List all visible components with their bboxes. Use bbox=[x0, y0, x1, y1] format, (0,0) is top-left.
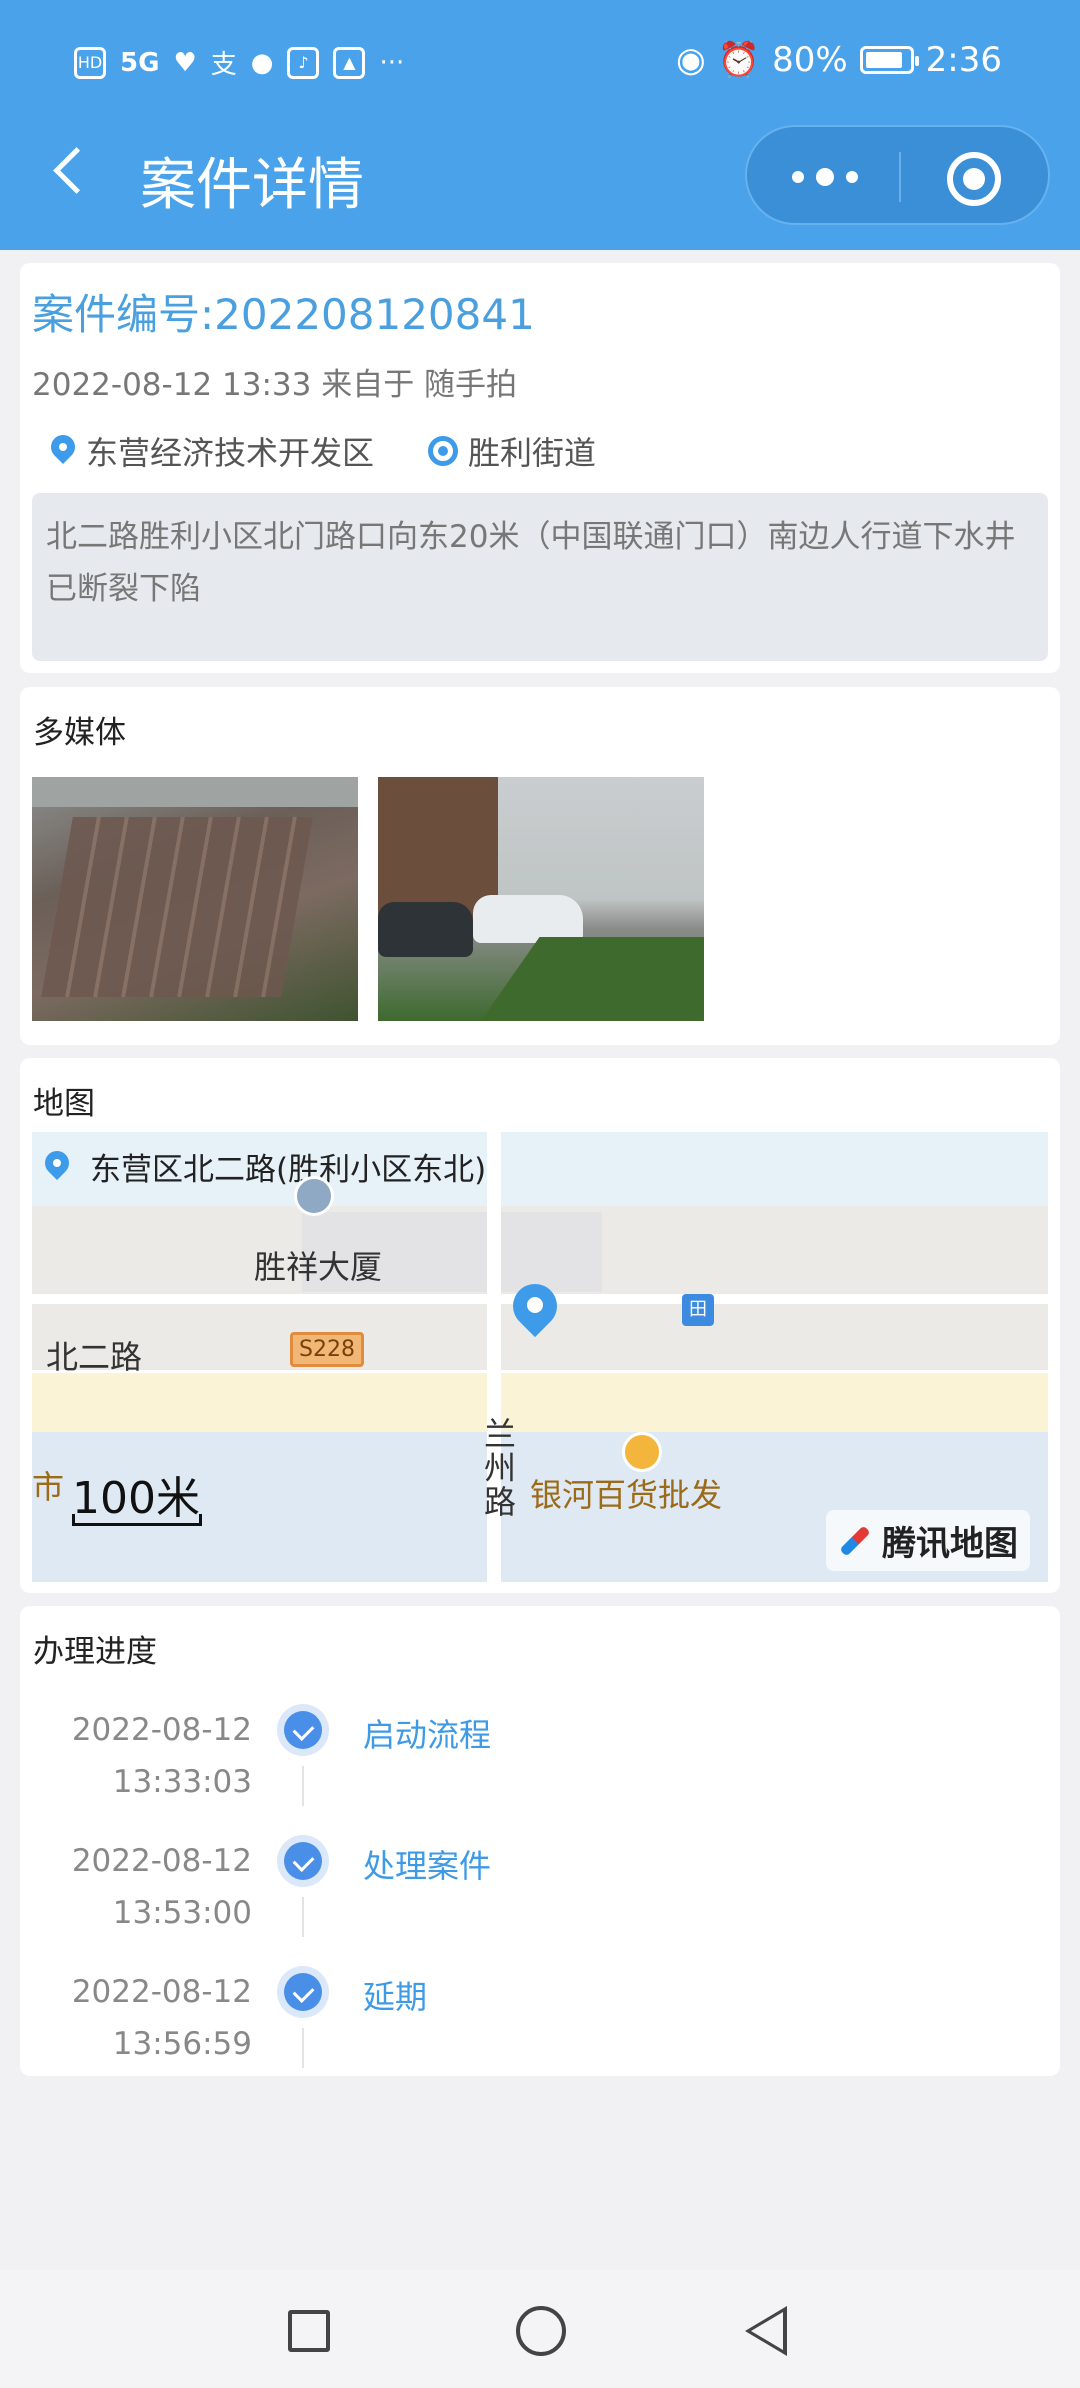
map-title: 地图 bbox=[33, 1086, 95, 1122]
status-left-icons: HD 5G ♥ 支 ● ♪ ▲ ··· bbox=[74, 44, 404, 81]
map-brand: 腾讯地图 bbox=[826, 1510, 1030, 1571]
home-icon[interactable] bbox=[516, 2306, 566, 2356]
progress-step: 2022-08-12 13:33:03 启动流程 bbox=[20, 1704, 1060, 1824]
step-date: 2022-08-12 bbox=[71, 1712, 252, 1748]
step-time: 13:53:00 bbox=[112, 1895, 252, 1931]
step-label[interactable]: 处理案件 bbox=[363, 1841, 491, 1887]
alipay-icon: 支 bbox=[210, 50, 237, 80]
clock: 2:36 bbox=[925, 40, 1002, 80]
progress-step: 2022-08-12 13:56:59 延期 bbox=[20, 1966, 1060, 2086]
close-miniapp-icon[interactable] bbox=[947, 152, 1001, 206]
status-right-icons: ◉ ⏰ 80% 2:36 bbox=[676, 40, 1002, 80]
step-datetime: 2022-08-12 13:53:00 bbox=[72, 1835, 252, 1939]
case-meta: 2022-08-12 13:33 来自于 随手拍 bbox=[32, 367, 518, 403]
case-number: 案件编号:202208120841 bbox=[32, 290, 535, 339]
more-icon: ··· bbox=[379, 47, 405, 78]
gallery-icon: ▲ bbox=[333, 46, 366, 79]
media-card: 多媒体 bbox=[20, 687, 1060, 1045]
check-circle-icon bbox=[277, 1704, 329, 1756]
shop-poi-icon bbox=[622, 1432, 662, 1472]
music-icon: ♪ bbox=[287, 46, 320, 79]
location-marker-icon bbox=[510, 1284, 560, 1350]
map-brand-label: 腾讯地图 bbox=[882, 1524, 1018, 1564]
timeline-line bbox=[302, 1897, 304, 1937]
step-label[interactable]: 延期 bbox=[363, 1972, 427, 2018]
map-label-shop: 银河百货批发 bbox=[530, 1476, 723, 1514]
back-triangle-icon[interactable] bbox=[745, 2306, 787, 2356]
recent-apps-icon[interactable] bbox=[288, 2310, 330, 2352]
timeline-line bbox=[302, 2028, 304, 2068]
map-label-road: 北二路 bbox=[46, 1338, 143, 1376]
location-pin-icon bbox=[50, 435, 76, 467]
photo-manhole[interactable] bbox=[32, 777, 358, 1021]
more-menu-button[interactable] bbox=[792, 162, 862, 192]
street-label: 胜利街道 bbox=[468, 434, 597, 472]
case-info-card: 案件编号:202208120841 2022-08-12 13:33 来自于 随… bbox=[20, 263, 1060, 673]
building-poi-icon bbox=[294, 1176, 334, 1216]
step-datetime: 2022-08-12 13:33:03 bbox=[72, 1704, 252, 1808]
map-scale-bar bbox=[72, 1514, 202, 1526]
progress-step: 2022-08-12 13:53:00 处理案件 bbox=[20, 1835, 1060, 1955]
street-tag: 胜利街道 bbox=[428, 428, 596, 474]
target-location-icon bbox=[428, 436, 459, 466]
location-pin-icon bbox=[44, 1151, 70, 1183]
step-label[interactable]: 启动流程 bbox=[363, 1710, 491, 1756]
district-tag: 东营经济技术开发区 bbox=[50, 428, 374, 474]
case-description: 北二路胜利小区北门路口向东20米（中国联通门口）南边人行道下水井已断裂下陷 bbox=[32, 493, 1048, 661]
step-time: 13:56:59 bbox=[112, 2026, 252, 2062]
status-bar: HD 5G ♥ 支 ● ♪ ▲ ··· ◉ ⏰ 80% 2:36 bbox=[0, 0, 1080, 128]
check-circle-icon bbox=[277, 1966, 329, 2018]
progress-title: 办理进度 bbox=[33, 1634, 157, 1670]
battery-icon bbox=[859, 46, 919, 74]
step-date: 2022-08-12 bbox=[71, 1974, 252, 2010]
battery-percent: 80% bbox=[772, 40, 848, 80]
back-arrow-icon[interactable] bbox=[46, 148, 90, 192]
photo-white-car bbox=[473, 895, 583, 943]
photo-hedge bbox=[476, 937, 704, 1021]
map-label-edge: 市 bbox=[32, 1468, 65, 1506]
page-title: 案件详情 bbox=[140, 153, 364, 218]
photo-dark-car bbox=[378, 902, 473, 957]
bus-stop-icon: 田 bbox=[682, 1294, 714, 1326]
hd-icon: HD bbox=[74, 46, 106, 79]
map-address: 东营区北二路(胜利小区东北) bbox=[90, 1152, 487, 1188]
district-label: 东营经济技术开发区 bbox=[86, 434, 375, 472]
route-shield: S228 bbox=[290, 1332, 364, 1367]
map-view[interactable]: 东营区北二路(胜利小区东北) 胜祥大厦 北二路 S228 田 兰州路 银河百货批… bbox=[32, 1132, 1048, 1582]
step-datetime: 2022-08-12 13:56:59 bbox=[72, 1966, 252, 2070]
map-label-side-road: 兰州路 bbox=[484, 1415, 517, 1521]
miniapp-capsule bbox=[745, 125, 1050, 225]
map-card: 地图 东营区北二路(胜利小区东北) 胜祥大厦 北二路 S228 田 兰州路 银河… bbox=[20, 1058, 1060, 1593]
capsule-divider bbox=[899, 152, 901, 202]
check-circle-icon bbox=[277, 1835, 329, 1887]
health-icon: ♥ bbox=[173, 47, 197, 78]
step-time: 13:33:03 bbox=[112, 1764, 252, 1800]
media-title: 多媒体 bbox=[33, 715, 126, 751]
qq-icon: ● bbox=[250, 47, 274, 78]
location-tags: 东营经济技术开发区 胜利街道 bbox=[50, 428, 596, 474]
map-address-row: 东营区北二路(胜利小区东北) bbox=[44, 1144, 486, 1189]
progress-card: 办理进度 2022-08-12 13:33:03 启动流程 2022-08-12… bbox=[20, 1606, 1060, 2076]
photo-street[interactable] bbox=[378, 777, 704, 1021]
step-date: 2022-08-12 bbox=[71, 1843, 252, 1879]
alarm-icon: ⏰ bbox=[717, 40, 761, 80]
timeline-line bbox=[302, 1766, 304, 1806]
5g-signal-icon: 5G bbox=[120, 47, 160, 78]
compass-icon bbox=[838, 1524, 872, 1558]
map-label-building: 胜祥大厦 bbox=[254, 1248, 383, 1286]
eye-icon: ◉ bbox=[676, 40, 706, 80]
top-bar: HD 5G ♥ 支 ● ♪ ▲ ··· ◉ ⏰ 80% 2:36 案件详情 bbox=[0, 0, 1080, 250]
